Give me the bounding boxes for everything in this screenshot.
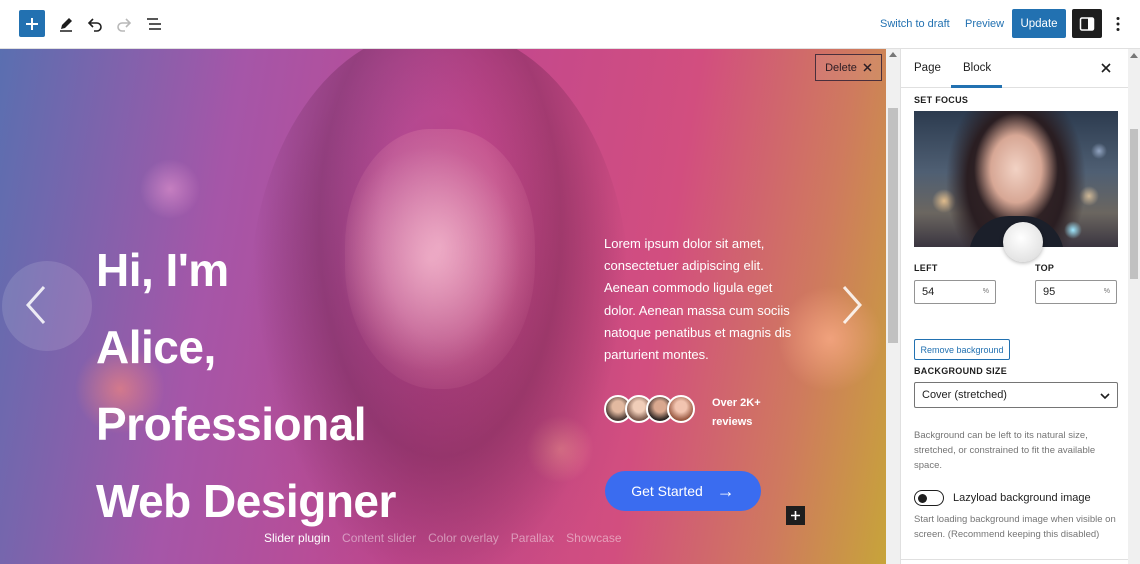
hero-headline[interactable]: Hi, I'm Alice, Professional Web Designer	[96, 232, 426, 540]
headline-line: Professional	[96, 398, 367, 450]
background-size-select[interactable]: Cover (stretched)	[914, 382, 1118, 408]
focal-left-value: 54	[922, 286, 935, 298]
headline-line: Web Designer	[96, 475, 396, 527]
canvas-scroll-thumb[interactable]	[888, 108, 898, 343]
background-size-label: BACKGROUND SIZE	[914, 366, 1008, 376]
chevron-down-icon	[1100, 393, 1110, 400]
reviewer-avatars	[604, 395, 704, 425]
focus-image-light	[1064, 221, 1082, 239]
update-button[interactable]: Update	[1012, 9, 1066, 38]
lazyload-help: Start loading background image when visi…	[914, 514, 1116, 540]
delete-slide-button[interactable]: Delete	[815, 54, 882, 81]
tab-block[interactable]: Block	[963, 62, 991, 74]
tools-button[interactable]	[52, 10, 80, 38]
left-label: LEFT	[914, 263, 938, 273]
sidebar-scrollbar[interactable]	[1128, 49, 1140, 564]
focal-point-handle[interactable]	[1003, 222, 1043, 262]
tab-page[interactable]: Page	[914, 62, 941, 74]
options-menu-button[interactable]	[1110, 12, 1126, 36]
focal-left-input[interactable]: 54 %	[914, 280, 996, 304]
tag-content-slider[interactable]: Content slider	[342, 531, 416, 545]
tag-showcase[interactable]: Showcase	[566, 531, 621, 545]
chevron-left-icon	[25, 286, 46, 324]
set-focus-label: SET FOCUS	[914, 95, 969, 105]
chevron-right-icon	[842, 286, 863, 324]
focal-top-input[interactable]: 95 %	[1035, 280, 1117, 304]
list-view-icon	[147, 18, 161, 30]
divider	[901, 559, 1129, 560]
block-settings-sidebar: Page Block SET FOCUS LEFT 54 % TOP 95 % …	[900, 49, 1129, 564]
slide-tags: Slider plugin Content slider Color overl…	[264, 531, 622, 545]
lazyload-toggle[interactable]	[914, 490, 944, 506]
tag-color-overlay[interactable]: Color overlay	[428, 531, 499, 545]
more-vertical-icon	[1116, 17, 1120, 31]
scroll-up-icon[interactable]	[889, 52, 897, 57]
settings-sidebar-toggle[interactable]	[1072, 9, 1102, 38]
close-icon[interactable]	[1099, 61, 1113, 75]
editor-toolbar: Switch to draft Preview Update	[0, 0, 1140, 49]
undo-icon	[87, 18, 102, 32]
slider-block-canvas[interactable]: Delete Hi, I'm Alice, Professional Web D…	[0, 49, 886, 564]
redo-icon	[117, 18, 132, 32]
active-tab-indicator	[951, 85, 1002, 88]
headline-line: Alice,	[96, 321, 216, 373]
slider-next-button[interactable]	[836, 281, 866, 329]
toggle-knob	[918, 493, 927, 503]
get-started-label: Get Started	[631, 483, 703, 499]
percent-unit: %	[982, 288, 989, 295]
hero-paragraph[interactable]: Lorem ipsum dolor sit amet, consectetuer…	[604, 233, 804, 366]
redo-button[interactable]	[110, 10, 138, 38]
close-icon	[863, 63, 872, 72]
background-size-help: Background can be left to its natural si…	[914, 430, 1096, 471]
canvas-scrollbar[interactable]	[886, 49, 900, 564]
preview-button[interactable]: Preview	[965, 18, 1004, 30]
plus-icon	[26, 17, 38, 30]
tag-slider-plugin[interactable]: Slider plugin	[264, 531, 330, 545]
scroll-up-icon[interactable]	[1130, 53, 1138, 58]
sidebar-scroll-thumb[interactable]	[1130, 129, 1138, 279]
list-view-button[interactable]	[140, 10, 168, 38]
background-size-value: Cover (stretched)	[922, 389, 1007, 401]
undo-button[interactable]	[81, 10, 109, 38]
slider-prev-button[interactable]	[2, 261, 92, 351]
remove-background-button[interactable]: Remove background	[914, 339, 1010, 360]
avatar	[667, 395, 695, 423]
delete-slide-label: Delete	[825, 61, 857, 74]
percent-unit: %	[1103, 288, 1110, 295]
pencil-icon	[60, 18, 72, 32]
focal-top-value: 95	[1043, 286, 1056, 298]
top-label: TOP	[1035, 263, 1055, 273]
get-started-button[interactable]: Get Started →	[605, 471, 761, 511]
tag-parallax[interactable]: Parallax	[511, 531, 554, 545]
plus-icon	[791, 511, 800, 520]
add-block-button[interactable]	[19, 10, 45, 37]
sidebar-toggle-icon	[1079, 16, 1095, 31]
arrow-right-icon: →	[716, 480, 735, 501]
inserter-button[interactable]	[786, 506, 805, 525]
headline-line: Hi, I'm	[96, 244, 229, 296]
switch-to-draft-button[interactable]: Switch to draft	[880, 18, 950, 30]
sidebar-tabs: Page Block	[901, 49, 1129, 88]
lazyload-label: Lazyload background image	[953, 492, 1091, 504]
reviews-count: Over 2K+ reviews	[712, 397, 761, 428]
